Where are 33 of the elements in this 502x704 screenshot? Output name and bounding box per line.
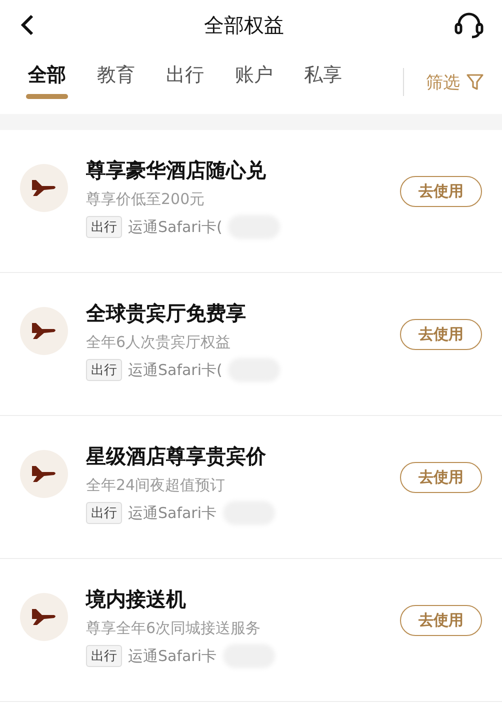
benefit-title: 尊享豪华酒店随心兑 <box>86 157 267 184</box>
category-tag: 出行 <box>86 216 122 238</box>
benefit-title: 境内接送机 <box>86 586 187 613</box>
filter-icon <box>466 73 484 91</box>
page-title: 全部权益 <box>204 12 284 38</box>
card-name: 运通Safari卡 <box>128 646 217 666</box>
card-name: 运通Safari卡( <box>128 218 222 236</box>
plane-icon <box>20 164 68 212</box>
benefit-title: 星级酒店尊享贵宾价 <box>86 443 267 470</box>
plane-icon <box>20 307 68 355</box>
benefit-description: 尊享价低至200元 <box>86 190 206 209</box>
use-button[interactable]: 去使用 <box>400 176 482 207</box>
category-tag: 出行 <box>86 645 122 667</box>
plane-icon <box>20 593 68 641</box>
category-tag: 出行 <box>86 359 122 381</box>
card-name: 运通Safari卡 <box>128 504 217 522</box>
category-tag: 出行 <box>86 502 122 524</box>
headset-icon[interactable] <box>454 11 484 39</box>
use-button[interactable]: 去使用 <box>400 605 482 636</box>
benefit-title: 全球贵宾厅免费享 <box>86 300 247 327</box>
category-tab[interactable]: 账户 <box>233 62 275 102</box>
category-tab[interactable]: 出行 <box>164 62 206 102</box>
benefit-description: 全年6人次贵宾厅权益 <box>86 333 232 352</box>
benefit-description: 全年24间夜超值预订 <box>86 476 226 495</box>
plane-icon <box>20 450 68 498</box>
category-tab[interactable]: 教育 <box>95 62 137 102</box>
use-button[interactable]: 去使用 <box>400 462 482 493</box>
use-button[interactable]: 去使用 <box>400 319 482 350</box>
card-name: 运通Safari卡( <box>128 360 222 380</box>
category-tab[interactable]: 全部 <box>26 62 68 102</box>
benefit-description: 尊享全年6次同城接送服务 <box>86 619 262 638</box>
category-tab[interactable]: 私享 <box>302 62 344 102</box>
back-icon[interactable] <box>20 14 34 36</box>
